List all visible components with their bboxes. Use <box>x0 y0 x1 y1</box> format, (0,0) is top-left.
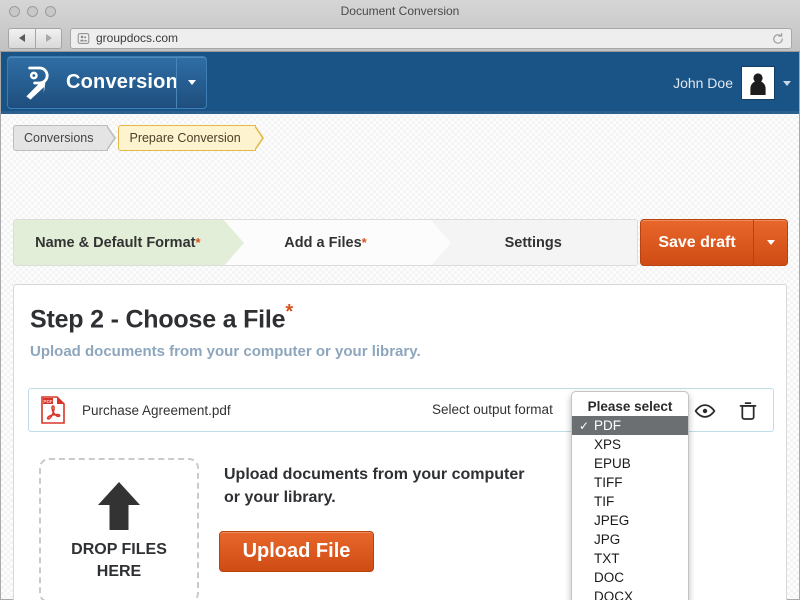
chevron-down-icon <box>187 80 196 85</box>
window-titlebar: Document Conversion <box>0 0 800 24</box>
upload-file-label: Upload File <box>242 540 351 562</box>
breadcrumb-item-conversions[interactable]: Conversions <box>13 125 118 151</box>
save-draft-button[interactable]: Save draft <box>640 219 788 266</box>
dropdown-option-label: PDF <box>594 418 621 433</box>
browser-navbar: groupdocs.com <box>0 24 800 52</box>
output-format-dropdown[interactable]: Please select ✓ PDF XPS EPUB TIFF TIF JP… <box>571 391 689 600</box>
chevron-down-icon[interactable] <box>783 80 791 86</box>
required-marker: * <box>285 301 293 323</box>
app-header: Conversion John Doe <box>1 52 799 114</box>
user-name: John Doe <box>673 75 733 91</box>
dropdown-option-txt[interactable]: TXT <box>572 549 688 568</box>
dropdown-option-jpg[interactable]: JPG <box>572 530 688 549</box>
app-window: Document Conversion groupdocs.com Conver… <box>0 0 800 600</box>
back-button[interactable] <box>8 27 35 49</box>
select-output-format-label[interactable]: Select output format <box>432 402 553 417</box>
page-subtitle: Upload documents from your computer or y… <box>30 343 421 360</box>
upload-copy-line2: or your library. <box>224 489 336 507</box>
dropdown-option-label: EPUB <box>594 456 631 471</box>
file-row-actions <box>694 400 759 422</box>
page-title: Step 2 - Choose a File* <box>30 301 293 334</box>
user-avatar-icon <box>750 73 766 95</box>
forward-arrow-icon <box>45 34 52 42</box>
wizard-steps: Name & Default Format * Add a Files * Sett… <box>13 219 638 266</box>
logo-dropdown-button[interactable] <box>176 57 206 108</box>
dropdown-option-label: TXT <box>594 551 620 566</box>
breadcrumb-item-prepare-conversion[interactable]: Prepare Conversion <box>118 125 264 151</box>
avatar[interactable] <box>741 66 775 100</box>
forward-button[interactable] <box>35 27 62 49</box>
upload-copy: Upload documents from your computer or y… <box>224 463 554 509</box>
address-bar[interactable]: groupdocs.com <box>70 27 792 49</box>
step-add-a-files[interactable]: Add a Files * <box>221 220 451 265</box>
dropdown-option-pdf[interactable]: ✓ PDF <box>572 416 688 435</box>
step-name-and-default-format[interactable]: Name & Default Format * <box>14 220 244 265</box>
dropzone-line1: DROP FILES <box>71 540 167 558</box>
dropdown-option-label: DOCX <box>594 589 634 600</box>
window-title: Document Conversion <box>340 4 460 18</box>
logo-label: Conversion <box>66 71 179 93</box>
chevron-down-icon <box>766 240 775 245</box>
page-title-text: Step 2 - Choose a File <box>30 305 286 334</box>
dropzone-label: DROP FILES HERE <box>71 539 167 582</box>
breadcrumb-label: Conversions <box>24 131 94 145</box>
dropzone-line2: HERE <box>96 562 142 580</box>
svg-text:PDF: PDF <box>43 399 52 404</box>
file-name: Purchase Agreement.pdf <box>82 402 231 418</box>
upload-arrow-icon <box>98 481 140 530</box>
dropdown-option-xps[interactable]: XPS <box>572 435 688 454</box>
dropdown-option-label: TIF <box>594 494 615 509</box>
dropzone[interactable]: DROP FILES HERE <box>39 458 199 600</box>
conversion-logo-icon <box>26 66 49 100</box>
dropdown-option-label: XPS <box>594 437 622 452</box>
dropdown-option-jpeg[interactable]: JPEG <box>572 511 688 530</box>
save-draft-dropdown-button[interactable] <box>753 220 787 265</box>
dropdown-option-tif[interactable]: TIF <box>572 492 688 511</box>
save-draft-label: Save draft <box>658 233 736 251</box>
trash-icon[interactable] <box>737 400 759 422</box>
upload-file-button[interactable]: Upload File <box>219 531 374 572</box>
page-body: Conversion John Doe Conversions Prepare … <box>0 52 800 600</box>
upload-copy-line1: Upload documents from your computer <box>224 466 525 483</box>
required-marker: * <box>195 235 201 250</box>
dropdown-option-docx[interactable]: DOCX <box>572 587 688 600</box>
url-text: groupdocs.com <box>96 31 179 45</box>
breadcrumb: Conversions Prepare Conversion <box>13 125 266 151</box>
check-icon: ✓ <box>579 418 590 433</box>
dropdown-option-label: JPEG <box>594 513 630 528</box>
step-label: Name & Default Format <box>35 234 196 251</box>
back-arrow-icon <box>19 34 25 42</box>
step-label: Settings <box>504 234 562 251</box>
dropdown-option-label: TIFF <box>594 475 623 490</box>
eye-icon[interactable] <box>694 400 716 422</box>
nav-buttons <box>8 27 62 49</box>
required-marker: * <box>361 235 367 250</box>
step-label: Add a Files <box>284 234 362 251</box>
dropdown-option-label: JPG <box>594 532 621 547</box>
breadcrumb-label: Prepare Conversion <box>129 131 241 145</box>
dropdown-option-label: DOC <box>594 570 624 585</box>
site-identity-icon <box>77 32 90 44</box>
dropdown-option-tiff[interactable]: TIFF <box>572 473 688 492</box>
dropdown-option-epub[interactable]: EPUB <box>572 454 688 473</box>
browser-chrome: Document Conversion groupdocs.com <box>0 0 800 52</box>
pdf-file-icon: PDF <box>41 396 65 424</box>
dropdown-option-doc[interactable]: DOC <box>572 568 688 587</box>
reload-icon[interactable] <box>771 32 785 46</box>
user-menu[interactable]: John Doe <box>673 66 791 100</box>
conversion-logo-button[interactable]: Conversion <box>7 56 207 109</box>
dropdown-header: Please select <box>587 398 673 414</box>
step-settings[interactable]: Settings <box>429 220 637 265</box>
